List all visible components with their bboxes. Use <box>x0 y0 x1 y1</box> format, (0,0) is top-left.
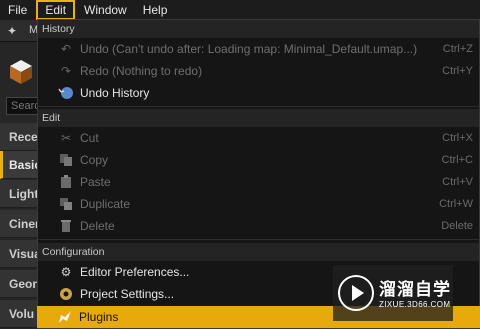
play-logo-icon <box>338 275 374 311</box>
cut-shortcut: Ctrl+X <box>442 132 473 144</box>
menu-edit[interactable]: Edit <box>36 0 76 20</box>
duplicate-icon <box>58 196 74 212</box>
menu-item-duplicate[interactable]: Duplicate Ctrl+W <box>38 193 479 215</box>
section-header-history: History <box>38 20 479 38</box>
delete-shortcut: Delete <box>441 220 473 232</box>
duplicate-shortcut: Ctrl+W <box>439 198 473 210</box>
settings-icon <box>58 286 74 302</box>
separator <box>38 239 479 240</box>
preferences-icon: ⚙ <box>60 265 72 279</box>
redo-shortcut: Ctrl+Y <box>442 65 473 77</box>
menu-help[interactable]: Help <box>135 0 176 20</box>
paste-icon <box>58 174 74 190</box>
watermark-title: 溜溜自学 <box>379 280 451 299</box>
placement-search-input[interactable]: Searc <box>6 97 40 115</box>
undo-shortcut: Ctrl+Z <box>442 43 473 55</box>
watermark-subtitle: ZIXUE.3D66.COM <box>379 300 451 309</box>
paste-shortcut: Ctrl+V <box>442 176 473 188</box>
menu-bar: File Edit Window Help <box>0 0 480 20</box>
copy-icon <box>58 152 74 168</box>
menu-item-paste[interactable]: Paste Ctrl+V <box>38 171 479 193</box>
category-volumes[interactable]: Volu <box>0 300 40 328</box>
undo-history-icon <box>58 85 74 101</box>
placement-tab[interactable]: ✦ M <box>0 20 40 42</box>
placement-panel: ✦ M Searc Rece Basic Light Ciner Visua G… <box>0 20 40 329</box>
category-cinematic[interactable]: Ciner <box>0 210 40 238</box>
menu-item-undo-history[interactable]: Undo History <box>38 82 479 104</box>
category-visual-effects[interactable]: Visua <box>0 240 40 268</box>
copy-shortcut: Ctrl+C <box>441 154 473 166</box>
category-recent[interactable]: Rece <box>0 123 40 151</box>
category-geometry[interactable]: Geon <box>0 270 40 298</box>
placement-mode-icon: ✦ <box>7 24 18 38</box>
plugin-icon <box>57 309 73 325</box>
separator <box>38 106 479 107</box>
section-header-configuration: Configuration <box>38 243 479 261</box>
scissors-icon: ✂ <box>60 131 72 145</box>
menu-item-undo[interactable]: ↶ Undo (Can't undo after: Loading map: M… <box>38 38 479 60</box>
menu-item-cut[interactable]: ✂ Cut Ctrl+X <box>38 127 479 149</box>
menu-item-redo[interactable]: ↷ Redo (Nothing to redo) Ctrl+Y <box>38 60 479 82</box>
cube-asset-icon <box>10 60 32 84</box>
menu-item-delete[interactable]: Delete Delete <box>38 215 479 237</box>
section-header-edit: Edit <box>38 109 479 127</box>
menu-item-copy[interactable]: Copy Ctrl+C <box>38 149 479 171</box>
menu-file[interactable]: File <box>0 0 35 20</box>
undo-icon: ↶ <box>60 42 72 56</box>
category-basic[interactable]: Basic <box>0 151 40 179</box>
menu-window[interactable]: Window <box>76 0 135 20</box>
delete-icon <box>58 218 74 234</box>
redo-icon: ↷ <box>60 64 72 78</box>
watermark: 溜溜自学 ZIXUE.3D66.COM <box>333 265 453 321</box>
category-lights[interactable]: Light <box>0 180 40 208</box>
